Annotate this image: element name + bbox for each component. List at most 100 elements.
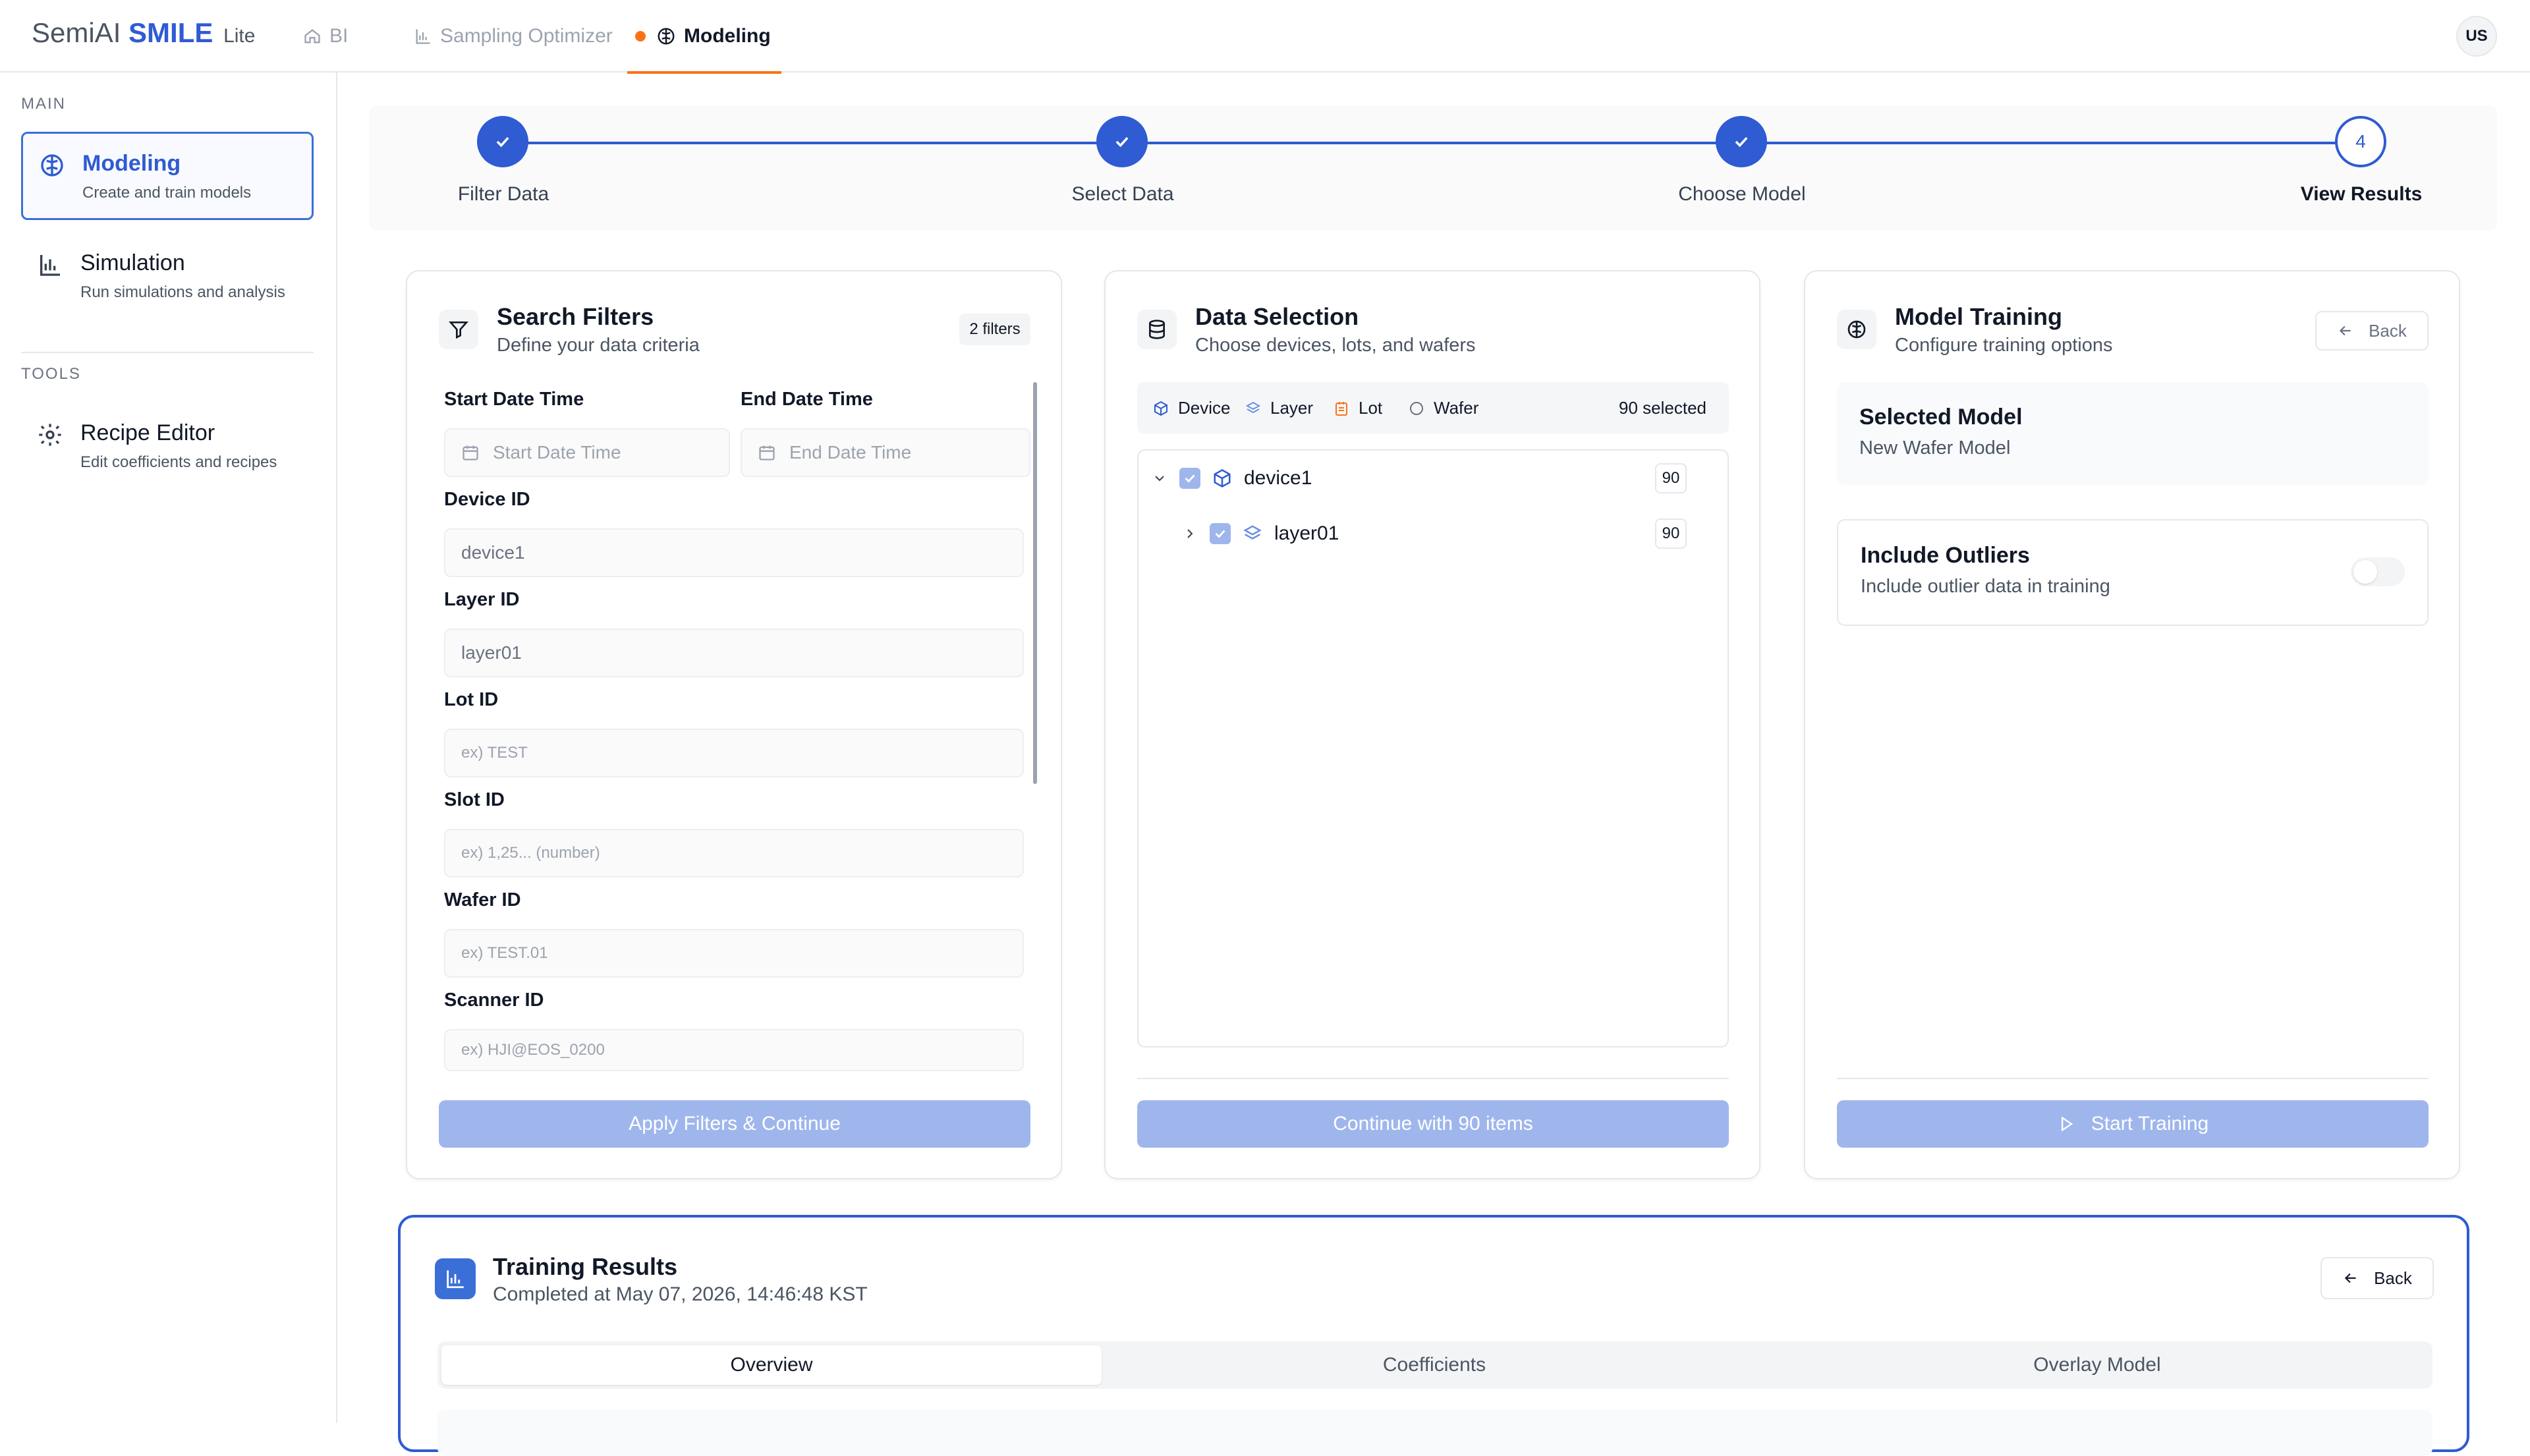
model-training-card: Model Training Configure training option… (1804, 270, 2460, 1179)
sidebar-item-subtitle: Create and train models (82, 184, 252, 202)
slot-id-input[interactable]: ex) 1,25... (number) (444, 829, 1024, 878)
step-4-current-circle[interactable]: 4 (2335, 116, 2386, 167)
nav-tab-label: BI (329, 25, 349, 47)
arrow-left-icon (2337, 322, 2369, 339)
layers-icon (1243, 524, 1262, 544)
chevron-down-icon[interactable] (1152, 470, 1167, 486)
step-2-label: Select Data (1071, 183, 1174, 205)
stepper-track (503, 142, 2343, 144)
card-subtitle: Configure training options (1895, 335, 2113, 356)
filters-count-badge: 2 filters (959, 314, 1030, 345)
brand-suffix: Lite (223, 25, 256, 47)
selected-model-value: New Wafer Model (1859, 437, 2011, 459)
active-indicator-dot (635, 31, 646, 42)
sidebar-section-main: MAIN (21, 95, 66, 113)
results-back-button[interactable]: Back (2320, 1257, 2434, 1299)
sidebar-item-title: Simulation (80, 250, 185, 275)
legend-layer: Layer (1245, 398, 1313, 418)
include-outliers-desc: Include outlier data in training (1861, 576, 2110, 597)
start-date-input[interactable]: Start Date Time (444, 428, 730, 477)
training-back-button[interactable]: Back (2315, 311, 2429, 350)
gear-icon (37, 422, 63, 448)
filter-icon (439, 310, 478, 349)
chevron-right-icon[interactable] (1182, 526, 1198, 542)
sidebar-item-title: Modeling (82, 151, 181, 176)
legend-device: Device (1153, 398, 1230, 418)
start-training-label: Start Training (2091, 1113, 2209, 1134)
back-label: Back (2369, 320, 2407, 341)
scanner-id-label: Scanner ID (444, 990, 544, 1011)
step-2-done-circle[interactable] (1096, 116, 1148, 167)
step-1-done-circle[interactable] (477, 116, 528, 167)
user-avatar[interactable]: US (2456, 16, 2497, 57)
sidebar-item-recipe-editor[interactable]: Recipe Editor Edit coefficients and reci… (21, 403, 314, 491)
brand-name: SMILE (128, 17, 213, 48)
sidebar-item-modeling[interactable]: Modeling Create and train models (21, 132, 314, 220)
sidebar-item-title: Recipe Editor (80, 420, 215, 445)
slot-id-label: Slot ID (444, 789, 505, 810)
data-selection-card: Data Selection Choose devices, lots, and… (1104, 270, 1760, 1179)
tab-overview[interactable]: Overview (441, 1345, 1102, 1385)
nav-tab-modeling[interactable]: Modeling (627, 0, 781, 74)
legend-label: Wafer (1434, 398, 1479, 418)
end-date-input[interactable]: End Date Time (741, 428, 1030, 477)
cube-icon (1153, 401, 1178, 416)
legend-lot: Lot (1334, 398, 1382, 418)
brain-icon (1837, 310, 1876, 349)
wafer-id-input[interactable]: ex) TEST.01 (444, 929, 1024, 978)
layer-id-label: Layer ID (444, 589, 520, 610)
sidebar-item-subtitle: Run simulations and analysis (80, 283, 285, 301)
continue-button[interactable]: Continue with 90 items (1137, 1100, 1729, 1148)
tree-node-label: device1 (1244, 467, 1312, 489)
selected-count: 90 selected (1619, 398, 1706, 418)
home-icon (303, 27, 329, 45)
step-3-done-circle[interactable] (1716, 116, 1767, 167)
device-id-input[interactable]: device1 (444, 528, 1024, 577)
apply-filters-button[interactable]: Apply Filters & Continue (439, 1100, 1030, 1148)
end-date-label: End Date Time (741, 389, 873, 410)
scanner-id-input[interactable]: ex) HJI@EOS_0200 (444, 1029, 1024, 1071)
filters-scrollbar[interactable] (1033, 382, 1037, 784)
tab-overlay-model[interactable]: Overlay Model (1767, 1345, 2427, 1385)
brain-icon (656, 26, 684, 46)
back-label: Back (2374, 1268, 2412, 1288)
bar-chart-icon (414, 27, 440, 45)
layer-id-input[interactable]: layer01 (444, 629, 1024, 677)
calendar-icon (758, 443, 789, 462)
device-id-label: Device ID (444, 489, 530, 510)
brand-prefix: SemiAI (32, 17, 121, 48)
card-divider (1137, 1078, 1729, 1079)
progress-stepper: Filter Data Select Data Choose Model 4 V… (369, 105, 2497, 231)
brand-logo[interactable]: SemiAI SMILE Lite (32, 17, 255, 49)
play-icon (2057, 1115, 2091, 1133)
lot-id-input[interactable]: ex) TEST (444, 729, 1024, 777)
selected-model-label: Selected Model (1859, 405, 2023, 430)
database-icon (1137, 310, 1177, 349)
tree-checkbox[interactable] (1210, 523, 1231, 544)
bar-chart-icon (37, 252, 63, 278)
circle-icon (1409, 401, 1434, 416)
tree-row-layer01[interactable]: layer01 90 (1182, 514, 1716, 553)
include-outliers-label: Include Outliers (1861, 543, 2030, 568)
nav-tab-label: Sampling Optimizer (440, 25, 613, 47)
tree-row-device1[interactable]: device1 90 (1152, 459, 1716, 498)
tab-coefficients[interactable]: Coefficients (1104, 1345, 1764, 1385)
tree-node-count: 90 (1655, 463, 1687, 493)
toggle-knob (2353, 560, 2377, 584)
step-4-label: View Results (2300, 183, 2423, 205)
sidebar-divider (21, 352, 314, 353)
start-date-label: Start Date Time (444, 389, 584, 410)
results-completed-time: Completed at May 07, 2026, 14:46:48 KST (493, 1283, 868, 1305)
legend-label: Layer (1270, 398, 1314, 418)
card-divider (1837, 1078, 2429, 1079)
start-training-button[interactable]: Start Training (1837, 1100, 2429, 1148)
results-title: Training Results (493, 1253, 678, 1280)
include-outliers-toggle[interactable] (2351, 557, 2405, 586)
entity-legend: Device Layer Lot Wafer 90 selected (1137, 382, 1729, 434)
sidebar-item-simulation[interactable]: Simulation Run simulations and analysis (21, 233, 314, 322)
start-date-placeholder: Start Date Time (493, 442, 621, 462)
nav-tab-sampling-optimizer[interactable]: Sampling Optimizer (414, 0, 613, 72)
card-subtitle: Choose devices, lots, and wafers (1195, 335, 1476, 356)
tree-checkbox[interactable] (1179, 468, 1200, 489)
nav-tab-bi[interactable]: BI (303, 0, 348, 72)
